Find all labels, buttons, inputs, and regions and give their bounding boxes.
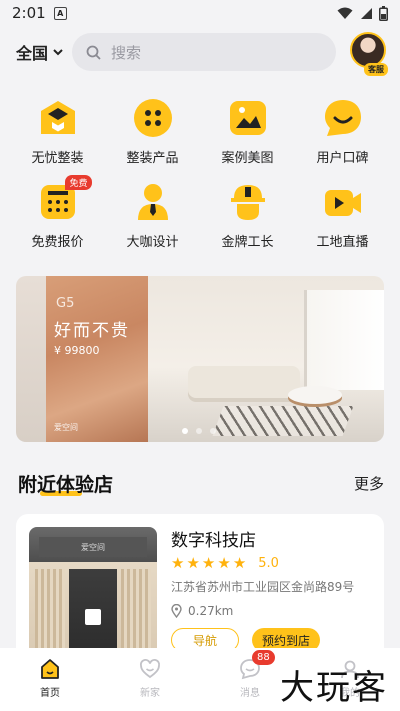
signal-icon bbox=[361, 7, 372, 19]
banner-room-image bbox=[148, 276, 384, 442]
store-rating: ★ ★ ★ ★ ★ 5.0 bbox=[171, 554, 279, 572]
grid-item-reviews[interactable]: 用户口碑 bbox=[295, 98, 390, 166]
carousel-dot[interactable] bbox=[196, 428, 202, 434]
tab-home[interactable]: 首页 bbox=[0, 648, 100, 711]
tab-label: 消息 bbox=[240, 688, 260, 699]
banner-sofa bbox=[188, 366, 300, 398]
grid-label: 工地直播 bbox=[316, 235, 369, 250]
status-bar: 2:01 A bbox=[0, 0, 400, 26]
grid-item-live[interactable]: 工地直播 bbox=[295, 182, 390, 250]
watermark: 大玩客 bbox=[280, 668, 388, 708]
grid-label: 免费报价 bbox=[31, 235, 84, 250]
banner-title: 好而不贵 bbox=[54, 321, 130, 341]
helmet-icon bbox=[228, 182, 268, 222]
smile-chat-icon bbox=[323, 98, 363, 138]
wifi-icon bbox=[337, 7, 353, 19]
designer-icon bbox=[133, 182, 173, 222]
store-image: 爱空间 bbox=[29, 527, 157, 667]
video-icon bbox=[323, 182, 363, 222]
house-icon bbox=[38, 98, 78, 138]
grid-label: 大咖设计 bbox=[126, 235, 179, 250]
calculator-icon: 免费 bbox=[38, 175, 92, 222]
free-tag: 免费 bbox=[65, 175, 92, 190]
search-placeholder: 搜索 bbox=[111, 43, 142, 62]
status-icons bbox=[337, 5, 388, 21]
carousel-dot[interactable] bbox=[210, 428, 216, 434]
banner-model: G5 bbox=[56, 296, 75, 311]
grid-label: 无忧整装 bbox=[31, 151, 84, 166]
banner-left-panel bbox=[16, 276, 46, 442]
grid-item-worry-free[interactable]: 无忧整装 bbox=[10, 98, 105, 166]
top-header: 全国 搜索 客服 bbox=[0, 30, 400, 76]
grid-item-cases[interactable]: 案例美图 bbox=[200, 98, 295, 166]
store-address: 江苏省苏州市工业园区金尚路89号 bbox=[171, 580, 355, 594]
store-sign-text: 爱空间 bbox=[81, 542, 105, 552]
heart-icon bbox=[140, 659, 160, 679]
carousel-dots bbox=[182, 428, 216, 434]
grid-item-quote[interactable]: 免费 免费报价 bbox=[10, 175, 105, 250]
tab-label: 首页 bbox=[40, 688, 60, 699]
banner-logo: 爱空间 bbox=[54, 423, 78, 432]
star-icon: ★ bbox=[201, 554, 216, 572]
grid-label: 整装产品 bbox=[126, 151, 179, 166]
tab-new-home[interactable]: 新家 bbox=[100, 648, 200, 711]
more-link[interactable]: 更多 bbox=[354, 473, 384, 494]
star-icon: ★ bbox=[186, 554, 200, 572]
location-pin-icon bbox=[171, 604, 182, 618]
star-icon: ★ bbox=[232, 554, 247, 572]
message-count-badge: 88 bbox=[252, 650, 275, 665]
store-distance: 0.27km bbox=[171, 604, 233, 618]
customer-service-badge: 客服 bbox=[364, 63, 388, 76]
section-title: 附近体验店 bbox=[18, 470, 113, 497]
carousel-dot[interactable] bbox=[182, 428, 188, 434]
search-input[interactable]: 搜索 bbox=[72, 33, 336, 71]
banner-rug bbox=[212, 406, 354, 436]
dots-icon bbox=[133, 98, 173, 138]
distance-value: 0.27km bbox=[188, 604, 234, 618]
region-selector[interactable]: 全国 bbox=[16, 40, 70, 64]
nearby-header: 附近体验店 更多 bbox=[18, 470, 384, 497]
feature-grid: 无忧整装 整装产品 案例美图 用户口碑 免费 免费报价 大咖设计 金牌工长 工地… bbox=[10, 98, 390, 250]
star-icon: ★ bbox=[217, 554, 231, 572]
grid-item-designer[interactable]: 大咖设计 bbox=[105, 182, 200, 250]
star-icon: ★ bbox=[171, 554, 185, 572]
chevron-down-icon bbox=[53, 48, 63, 55]
region-label: 全国 bbox=[16, 44, 49, 63]
banner-price: ¥ 99800 bbox=[54, 344, 100, 357]
store-sign: 爱空间 bbox=[39, 537, 147, 557]
grid-item-products[interactable]: 整装产品 bbox=[105, 98, 200, 166]
grid-item-foreman[interactable]: 金牌工长 bbox=[200, 182, 295, 250]
grid-label: 金牌工长 bbox=[221, 235, 274, 250]
grid-label: 用户口碑 bbox=[316, 151, 369, 166]
store-name: 数字科技店 bbox=[171, 531, 256, 551]
picture-icon bbox=[228, 98, 268, 138]
banner-window bbox=[304, 290, 384, 390]
search-icon bbox=[86, 45, 101, 60]
grid-label: 案例美图 bbox=[221, 151, 274, 166]
banner-table bbox=[288, 386, 342, 404]
home-icon bbox=[41, 659, 59, 679]
battery-icon bbox=[379, 5, 388, 21]
rating-value: 5.0 bbox=[258, 555, 279, 571]
promo-banner[interactable]: G5 好而不贵 ¥ 99800 爱空间 bbox=[16, 276, 384, 442]
tab-label: 新家 bbox=[140, 688, 160, 699]
status-time: 2:01 bbox=[12, 4, 46, 22]
notification-app-icon: A bbox=[53, 6, 67, 20]
store-card[interactable]: 爱空间 数字科技店 ★ ★ ★ ★ ★ 5.0 江苏省苏州市工业园区金尚路89号… bbox=[16, 514, 384, 667]
